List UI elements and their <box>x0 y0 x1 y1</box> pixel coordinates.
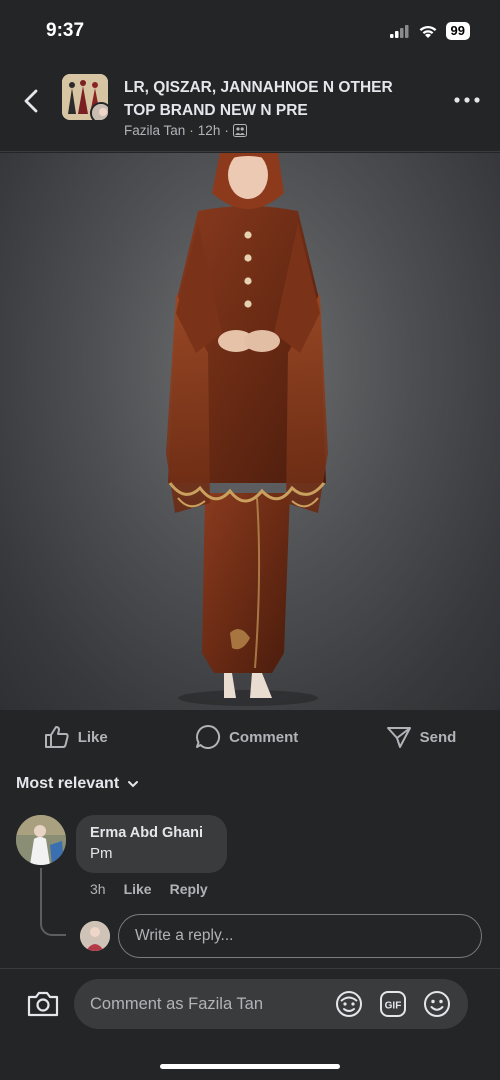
reply-placeholder: Write a reply... <box>135 927 234 944</box>
camera-icon[interactable] <box>26 989 60 1019</box>
comment-meta: 3h Like Reply <box>90 881 208 897</box>
avatar-sticker-icon[interactable] <box>334 989 364 1019</box>
comment-button[interactable]: Comment <box>195 724 298 750</box>
meta-separator: · <box>224 123 229 138</box>
comment-icon <box>196 724 221 749</box>
post-header: LR, QISZAR, JANNAHNOE N OTHER TOP BRAND … <box>0 62 500 152</box>
more-options-icon[interactable] <box>452 90 482 110</box>
send-icon <box>386 727 411 748</box>
battery-icon: 99 <box>445 22 470 40</box>
comment-time: 3h <box>90 881 106 897</box>
home-indicator <box>160 1064 340 1069</box>
commenter-name[interactable]: Erma Abd Ghani <box>90 825 213 841</box>
status-icons: 99 <box>389 22 470 40</box>
comment-sort-dropdown[interactable]: Most relevant <box>16 775 139 793</box>
status-bar: 9:37 99 <box>0 0 500 62</box>
author-name[interactable]: Fazila Tan <box>124 123 185 138</box>
post-actions: Like Comment Send <box>0 712 500 762</box>
group-avatar[interactable] <box>62 74 108 120</box>
like-label: Like <box>77 728 108 746</box>
comment-placeholder: Comment as Fazila Tan <box>90 994 264 1013</box>
gif-icon[interactable]: GIF <box>378 989 408 1019</box>
reply-input[interactable]: Write a reply... <box>118 914 482 958</box>
svg-text:GIF: GIF <box>385 1001 402 1012</box>
author-avatar <box>90 102 108 120</box>
back-icon[interactable] <box>16 86 46 116</box>
comment-composer: Comment as Fazila Tan GIF <box>0 968 500 1080</box>
post-time[interactable]: 12h <box>198 123 221 138</box>
comment-bubble[interactable]: Erma Abd Ghani Pm <box>76 815 227 873</box>
status-time: 9:37 <box>46 20 85 41</box>
send-label: Send <box>419 728 457 746</box>
post-meta: Fazila Tan · 12h · <box>124 123 247 138</box>
comment-reply-button[interactable]: Reply <box>170 881 208 897</box>
product-photo-illustration <box>166 153 328 706</box>
group-audience-icon <box>232 124 247 137</box>
signal-icon <box>389 25 409 38</box>
sort-label: Most relevant <box>16 775 120 792</box>
chevron-down-icon <box>128 781 139 788</box>
post-photo[interactable] <box>0 153 500 710</box>
thread-connector <box>40 868 66 936</box>
post-title[interactable]: LR, QISZAR, JANNAHNOE N OTHER TOP BRAND … <box>124 76 424 122</box>
comment-text: Pm <box>90 845 113 862</box>
wifi-icon <box>419 25 436 38</box>
commenter-avatar[interactable] <box>16 815 66 865</box>
comment-label: Comment <box>229 728 299 746</box>
like-button[interactable]: Like <box>44 725 108 749</box>
reply-avatar <box>80 921 110 951</box>
comment-input[interactable]: Comment as Fazila Tan GIF <box>74 979 468 1029</box>
comment-like-button[interactable]: Like <box>124 881 152 897</box>
meta-separator: · <box>189 123 194 138</box>
composer-icons: GIF <box>334 989 452 1019</box>
emoji-icon[interactable] <box>422 989 452 1019</box>
like-icon <box>44 726 69 748</box>
send-button[interactable]: Send <box>386 725 457 749</box>
